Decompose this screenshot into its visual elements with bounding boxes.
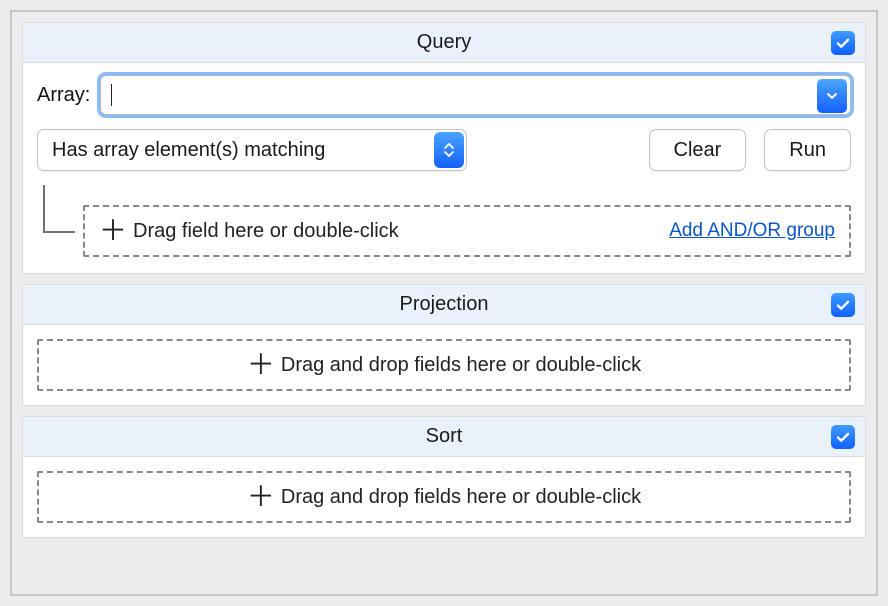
array-combobox[interactable]	[100, 75, 851, 115]
check-icon	[835, 35, 851, 51]
chevron-down-icon	[444, 151, 454, 157]
query-dropzone[interactable]: ＋ Drag field here or double-click Add AN…	[83, 205, 851, 257]
add-and-or-group-link[interactable]: Add AND/OR group	[649, 220, 835, 242]
projection-title: Projection	[23, 293, 865, 316]
projection-header: Projection	[23, 285, 865, 325]
plus-icon: ＋	[247, 351, 271, 379]
array-label: Array:	[37, 84, 90, 107]
sort-dropzone[interactable]: ＋ Drag and drop fields here or double-cl…	[37, 471, 851, 523]
run-button[interactable]: Run	[764, 129, 851, 171]
sort-body: ＋ Drag and drop fields here or double-cl…	[23, 457, 865, 537]
sort-section: Sort ＋ Drag and drop fields here or doub…	[22, 416, 866, 538]
query-dropzone-text: Drag field here or double-click	[133, 220, 399, 243]
chevron-up-icon	[444, 143, 454, 149]
text-cursor	[111, 84, 112, 106]
query-title: Query	[23, 31, 865, 54]
sort-header: Sort	[23, 417, 865, 457]
check-icon	[835, 297, 851, 313]
query-body: Array: Has array element(s) matching	[23, 63, 865, 273]
query-builder-panel: Query Array: Has array element(s) matchi…	[10, 10, 878, 596]
query-header: Query	[23, 23, 865, 63]
sort-dropzone-text: Drag and drop fields here or double-clic…	[281, 486, 641, 509]
query-enable-checkbox[interactable]	[831, 31, 855, 55]
chevron-down-icon	[826, 90, 838, 102]
clear-button[interactable]: Clear	[649, 129, 747, 171]
operator-row: Has array element(s) matching Clear Run	[37, 129, 851, 171]
sort-title: Sort	[23, 425, 865, 448]
query-section: Query Array: Has array element(s) matchi…	[22, 22, 866, 274]
projection-enable-checkbox[interactable]	[831, 293, 855, 317]
operator-select[interactable]: Has array element(s) matching	[37, 129, 467, 171]
sort-enable-checkbox[interactable]	[831, 425, 855, 449]
projection-dropzone-text: Drag and drop fields here or double-clic…	[281, 354, 641, 377]
select-stepper-button[interactable]	[434, 132, 464, 168]
plus-icon: ＋	[99, 217, 123, 245]
check-icon	[835, 429, 851, 445]
query-condition-tree: ＋ Drag field here or double-click Add AN…	[37, 185, 851, 257]
array-dropdown-button[interactable]	[817, 79, 847, 113]
operator-value: Has array element(s) matching	[52, 139, 325, 162]
projection-body: ＋ Drag and drop fields here or double-cl…	[23, 325, 865, 405]
array-row: Array:	[37, 75, 851, 115]
plus-icon: ＋	[247, 483, 271, 511]
tree-connector-icon	[43, 185, 75, 233]
projection-section: Projection ＋ Drag and drop fields here o…	[22, 284, 866, 406]
projection-dropzone[interactable]: ＋ Drag and drop fields here or double-cl…	[37, 339, 851, 391]
